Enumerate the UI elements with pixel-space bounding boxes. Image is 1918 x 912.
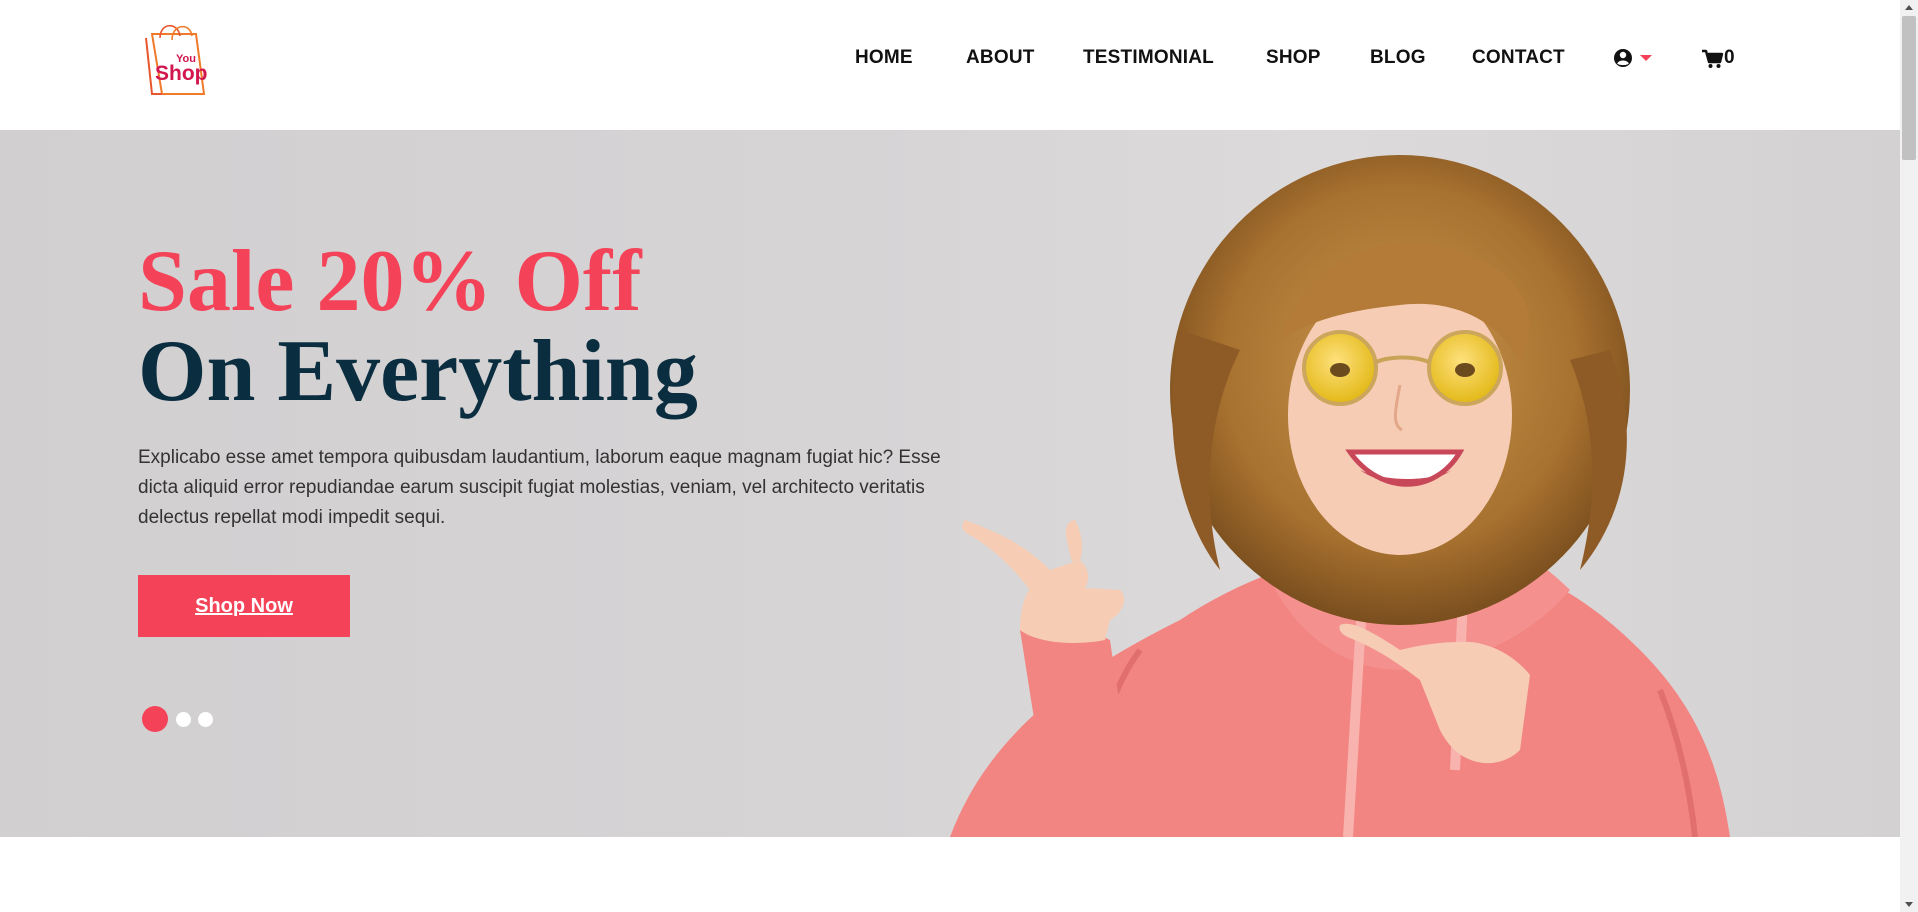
hero-slider: Sale 20% Off On Everything Explicabo ess… [0,130,1900,837]
nav-testimonial[interactable]: TESTIMONIAL [1083,44,1214,72]
nav-about[interactable]: ABOUT [966,44,1035,72]
hero-headline-main: On Everything [138,323,698,420]
vertical-scrollbar[interactable] [1900,0,1918,912]
site-header: You Shop HOME ABOUT TESTIMONIAL SHOP BLO… [0,0,1900,130]
scroll-up-arrow-icon[interactable] [1900,0,1918,16]
hero-description: Explicabo esse amet tempora quibusdam la… [138,447,941,528]
nav-contact[interactable]: CONTACT [1472,44,1565,72]
shop-now-button[interactable]: Shop Now [138,575,350,637]
page: You Shop HOME ABOUT TESTIMONIAL SHOP BLO… [0,0,1900,912]
shopping-cart-icon [1702,49,1724,68]
scrollbar-thumb[interactable] [1902,16,1916,160]
logo[interactable]: You Shop [138,20,208,96]
user-circle-icon [1614,49,1652,67]
slider-dot-3[interactable] [198,712,213,727]
shopping-bag-logo-icon: You Shop [145,24,208,95]
nav-shop[interactable]: SHOP [1266,44,1321,72]
nav-blog[interactable]: BLOG [1370,44,1426,72]
hero-headline-accent: Sale 20% Off [138,233,642,330]
scroll-down-arrow-icon[interactable] [1900,896,1918,912]
nav-home[interactable]: HOME [855,44,913,72]
logo-brand-text: Shop [155,62,208,85]
cart-count: 0 [1724,47,1735,68]
woman-pointing-image [950,155,1730,837]
caret-down-icon [1640,55,1652,61]
user-menu-button[interactable] [1614,46,1654,70]
slider-dot-2[interactable] [176,712,191,727]
slider-dot-1[interactable] [142,706,168,732]
